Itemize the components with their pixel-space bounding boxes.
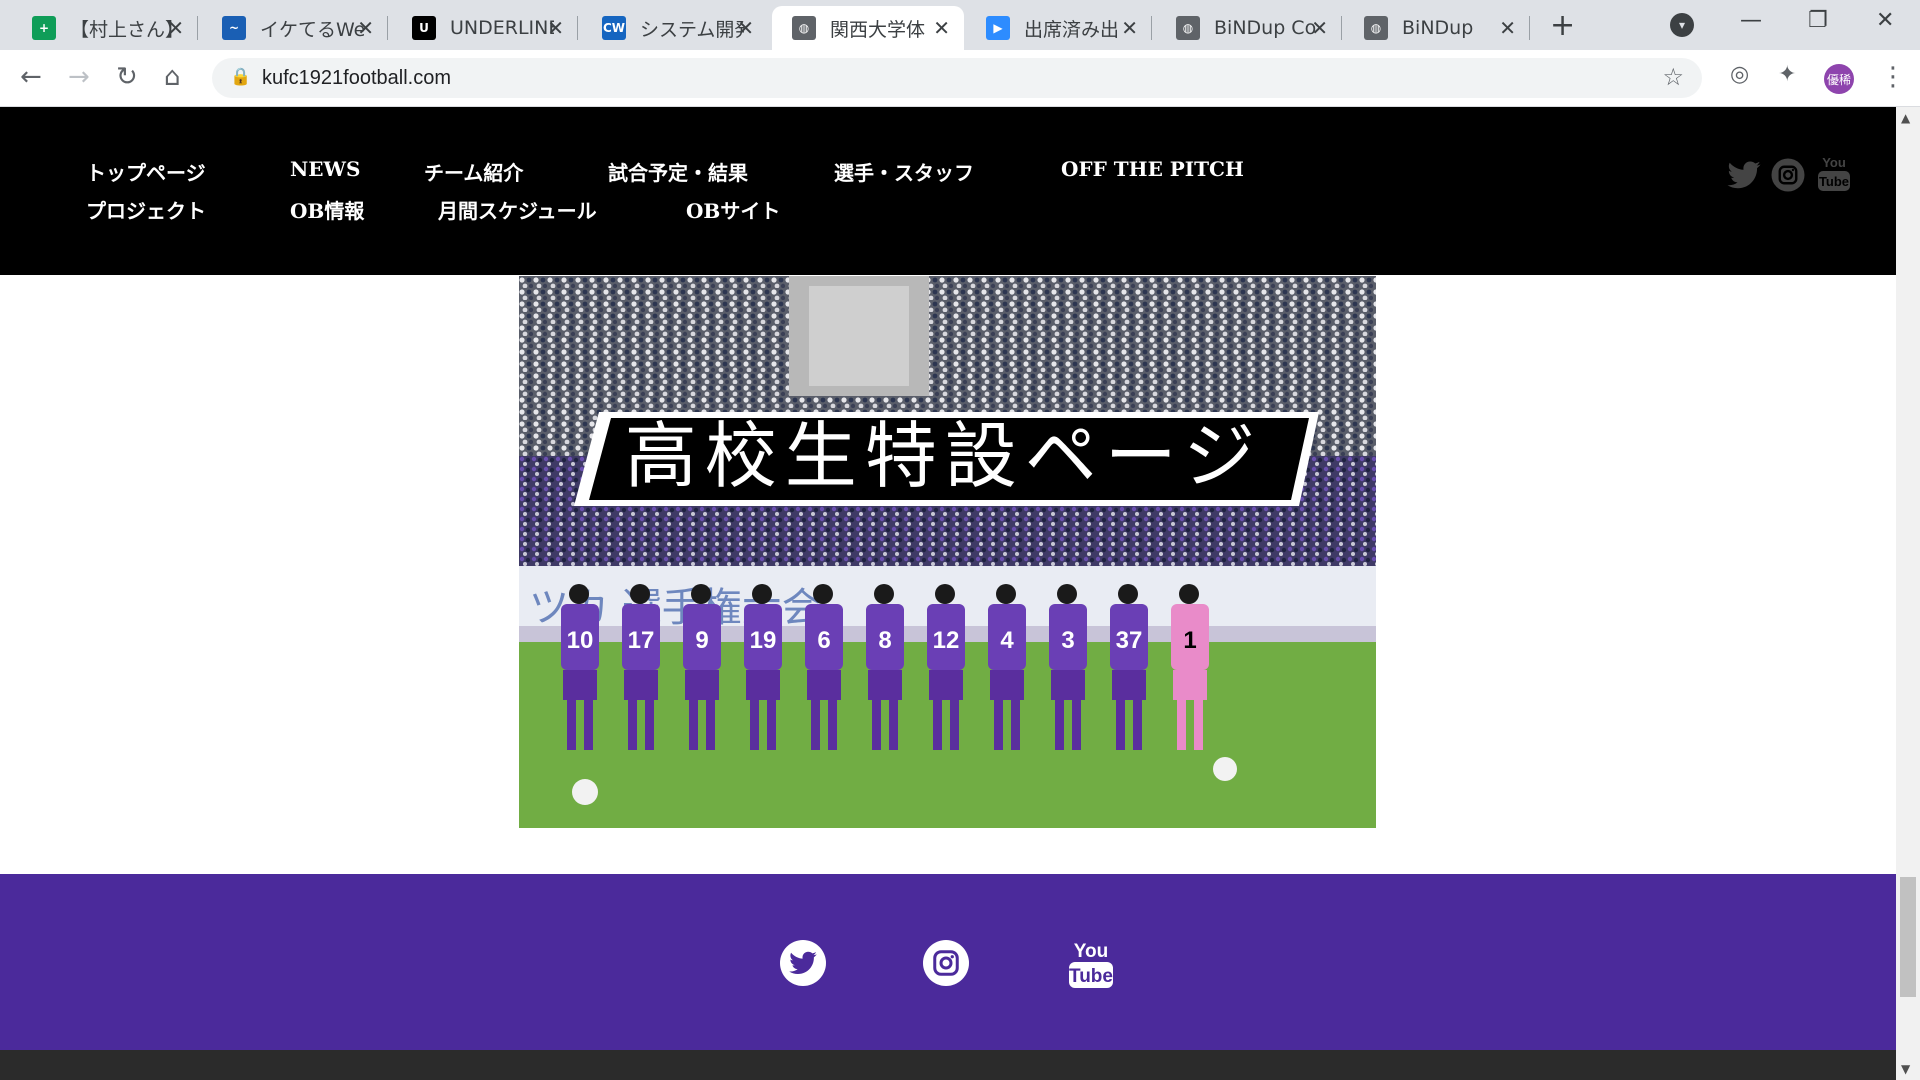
jersey-number: 19 bbox=[750, 627, 777, 654]
browser-tab[interactable]: + 【村上さん】 ✕ bbox=[12, 6, 198, 50]
nav-link[interactable]: NEWS bbox=[290, 157, 360, 181]
menu-icon[interactable]: ⋮ bbox=[1880, 62, 1906, 92]
close-tab-icon[interactable]: ✕ bbox=[1499, 16, 1516, 40]
web-page: トップページ NEWS チーム紹介 試合予定・結果 選手・スタッフ OFF THE PIT… bbox=[0, 107, 1896, 1080]
close-tab-icon[interactable]: ✕ bbox=[737, 16, 754, 40]
analytics-icon: ~ bbox=[222, 16, 246, 40]
tab-title: UNDERLINE bbox=[450, 17, 554, 39]
tab-search-icon[interactable]: ▾ bbox=[1670, 13, 1694, 37]
close-tab-icon[interactable]: ✕ bbox=[1121, 16, 1138, 40]
browser-tab[interactable]: ~ イケてるWeb✕ bbox=[202, 6, 388, 50]
browser-tab[interactable]: ◍ 関西大学体 ✕ bbox=[772, 6, 964, 50]
jersey-number: 12 bbox=[933, 627, 960, 654]
tab-title: BiNDup bbox=[1402, 17, 1474, 39]
browser-tab[interactable]: ▶ 出席済み出 ✕ bbox=[966, 6, 1152, 50]
minimize-icon[interactable]: — bbox=[1740, 8, 1762, 33]
nav-link[interactable]: 選手・スタッフ bbox=[834, 157, 974, 186]
stadium-photo: ツカ 選手権大会 10 17 9 19 6 8 12 4 3 37 1 高校生特設ページ bbox=[519, 276, 1376, 828]
sub-footer bbox=[0, 1050, 1896, 1080]
nav-link[interactable]: OFF THE PITCH bbox=[1061, 157, 1244, 181]
svg-text:Tube: Tube bbox=[1819, 174, 1849, 189]
tab-title: システム開発 bbox=[640, 18, 744, 41]
lock-icon: 🔒 bbox=[230, 67, 252, 87]
forward-icon[interactable]: → bbox=[68, 62, 90, 92]
footer-youtube-icon[interactable]: You Tube bbox=[1067, 938, 1115, 990]
jersey-number: 1 bbox=[1183, 627, 1196, 654]
browser-toolbar: ← → ↻ ⌂ 🔒 kufc1921football.com ☆ ◎ ✦ 優稀 … bbox=[0, 50, 1920, 107]
back-icon[interactable]: ← bbox=[20, 62, 42, 92]
bookmark-star-icon[interactable]: ☆ bbox=[1662, 63, 1684, 91]
tab-separator bbox=[1529, 16, 1530, 40]
nav-link[interactable]: OB情報 bbox=[290, 195, 364, 224]
close-window-icon[interactable]: ✕ bbox=[1876, 8, 1894, 33]
jersey-number: 3 bbox=[1061, 627, 1074, 654]
close-tab-icon[interactable]: ✕ bbox=[167, 16, 184, 40]
browser-tab[interactable]: ◍ BiNDup ✕ bbox=[1344, 6, 1530, 50]
hero-image[interactable]: ツカ 選手権大会 10 17 9 19 6 8 12 4 3 37 1 高校生特設ページ bbox=[519, 276, 1376, 828]
tab-separator bbox=[197, 16, 198, 40]
extension-icon[interactable]: ◎ bbox=[1730, 62, 1749, 87]
sheets-icon: + bbox=[32, 16, 56, 40]
globe-icon: ◍ bbox=[1364, 16, 1388, 40]
url-text: kufc1921football.com bbox=[262, 67, 452, 89]
avatar[interactable]: 優稀 bbox=[1824, 64, 1854, 94]
svg-text:You: You bbox=[1074, 941, 1108, 962]
scroll-thumb[interactable] bbox=[1900, 877, 1916, 997]
address-bar[interactable]: 🔒 kufc1921football.com ☆ bbox=[212, 58, 1702, 98]
instagram-icon[interactable] bbox=[1770, 157, 1806, 193]
jersey-number: 10 bbox=[567, 627, 594, 654]
tab-title: 【村上さん】 bbox=[70, 18, 174, 41]
new-tab-button[interactable]: + bbox=[1550, 8, 1575, 43]
tab-separator bbox=[387, 16, 388, 40]
tab-title: イケてるWeb bbox=[260, 18, 364, 41]
tab-separator bbox=[577, 16, 578, 40]
svg-text:Tube: Tube bbox=[1069, 966, 1113, 987]
restore-icon[interactable]: ❐ bbox=[1808, 8, 1828, 33]
site-footer: You Tube bbox=[0, 874, 1896, 1050]
jersey-number: 6 bbox=[817, 627, 830, 654]
nav-link[interactable]: チーム紹介 bbox=[424, 157, 523, 186]
footer-twitter-icon[interactable] bbox=[780, 940, 826, 986]
home-icon[interactable]: ⌂ bbox=[164, 62, 181, 92]
browser-tab[interactable]: CW システム開発 ✕ bbox=[582, 6, 768, 50]
nav-link[interactable]: 試合予定・結果 bbox=[608, 157, 748, 186]
site-navigation: トップページ NEWS チーム紹介 試合予定・結果 選手・スタッフ OFF THE PIT… bbox=[0, 107, 1896, 275]
browser-tab[interactable]: ◍ BiNDup Co ✕ bbox=[1156, 6, 1342, 50]
hero-title: 高校生特設ページ bbox=[625, 414, 1264, 498]
close-tab-icon[interactable]: ✕ bbox=[933, 16, 950, 40]
tab-title: 出席済み出 bbox=[1024, 18, 1120, 41]
footer-instagram-icon[interactable] bbox=[923, 940, 969, 986]
youtube-icon[interactable]: You Tube bbox=[1816, 153, 1852, 193]
page-scrollbar[interactable]: ▲ ▼ bbox=[1896, 107, 1920, 1080]
nav-link[interactable]: OBサイト bbox=[686, 195, 780, 224]
nav-link[interactable]: 月間スケジュール bbox=[438, 195, 597, 224]
zoom-icon: ▶ bbox=[986, 16, 1010, 40]
cw-icon: CW bbox=[602, 16, 626, 40]
svg-text:You: You bbox=[1822, 155, 1846, 170]
tab-title: BiNDup Co bbox=[1214, 17, 1317, 39]
jersey-number: 37 bbox=[1116, 627, 1143, 654]
twitter-icon[interactable] bbox=[1726, 157, 1762, 193]
tab-separator bbox=[1151, 16, 1152, 40]
close-tab-icon[interactable]: ✕ bbox=[1311, 16, 1328, 40]
jersey-number: 17 bbox=[628, 627, 655, 654]
close-tab-icon[interactable]: ✕ bbox=[547, 16, 564, 40]
browser-tab[interactable]: U UNDERLINE ✕ bbox=[392, 6, 578, 50]
close-tab-icon[interactable]: ✕ bbox=[357, 16, 374, 40]
tab-title: 関西大学体 bbox=[830, 18, 926, 41]
jersey-number: 9 bbox=[695, 627, 708, 654]
scroll-down-icon[interactable]: ▼ bbox=[1901, 1062, 1910, 1076]
globe-icon: ◍ bbox=[1176, 16, 1200, 40]
nav-link[interactable]: トップページ bbox=[86, 157, 206, 186]
underline-icon: U bbox=[412, 16, 436, 40]
tab-separator bbox=[1341, 16, 1342, 40]
globe-icon: ◍ bbox=[792, 16, 816, 40]
scroll-up-icon[interactable]: ▲ bbox=[1901, 111, 1910, 125]
reload-icon[interactable]: ↻ bbox=[116, 62, 138, 92]
puzzle-extensions-icon[interactable]: ✦ bbox=[1778, 62, 1796, 87]
nav-link[interactable]: プロジェクト bbox=[86, 195, 206, 224]
jersey-number: 8 bbox=[878, 627, 891, 654]
jersey-number: 4 bbox=[1000, 627, 1014, 654]
